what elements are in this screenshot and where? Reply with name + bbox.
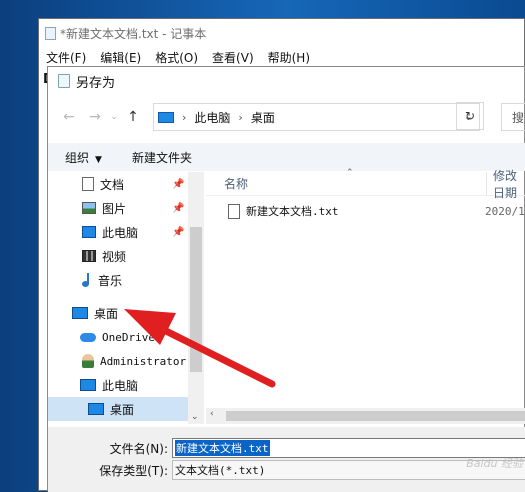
column-name[interactable]: 名称 [224, 175, 248, 192]
pin-icon: 📌 [172, 178, 185, 190]
navigation-pane: 文档 📌 图片 📌 此电脑 📌 视频 音乐 桌面 OneDrive Admini… [48, 172, 203, 424]
nav-label: 桌面 [94, 306, 119, 321]
address-row: ← → ⌄ ↑ › 此电脑 › 桌面 ⌄ ↻ 搜 [48, 102, 525, 132]
desktop-icon [88, 403, 104, 415]
file-modified: 2020/11 [485, 204, 525, 218]
picture-icon [82, 202, 96, 214]
nav-item-administrator[interactable]: Administrator [48, 349, 203, 373]
back-icon[interactable]: ← [56, 104, 82, 130]
organize-button[interactable]: 组织 ▼ [65, 149, 102, 166]
text-file-icon [228, 203, 240, 219]
up-icon[interactable]: ↑ [120, 104, 146, 130]
new-folder-button[interactable]: 新建文件夹 [132, 149, 192, 166]
breadcrumb-separator-icon: › [238, 110, 243, 124]
filetype-row: 保存类型(T): 文本文档(*.txt) [48, 459, 525, 481]
file-list: ⌃ 名称 修改日期 新建文本文档.txt 2020/11 [206, 168, 525, 424]
scroll-down-icon[interactable]: ⌄ [191, 412, 199, 422]
computer-icon [80, 379, 96, 391]
forward-icon[interactable]: → [82, 104, 108, 130]
save-form: 文件名(N): 新建文本文档.txt 保存类型(T): 文本文档(*.txt) [48, 427, 525, 492]
computer-icon [158, 111, 174, 123]
breadcrumb-this-pc[interactable]: 此电脑 [194, 109, 230, 126]
nav-item-this-pc-quick[interactable]: 此电脑 📌 [48, 220, 203, 244]
user-icon [82, 354, 94, 368]
hscroll-thumb[interactable] [226, 411, 525, 421]
notepad-title: *新建文本文档.txt - 记事本 [60, 26, 207, 41]
watermark: Baidu 经验 [466, 457, 523, 470]
nav-item-pictures[interactable]: 图片 📌 [48, 196, 203, 220]
menu-edit[interactable]: 编辑(E) [100, 49, 141, 66]
breadcrumb-separator-icon: › [182, 110, 187, 124]
refresh-icon[interactable]: ↻ [456, 102, 484, 130]
menu-file[interactable]: 文件(F) [46, 49, 86, 66]
dialog-icon [58, 74, 70, 88]
nav-scrollbar[interactable]: ⌄ [188, 172, 204, 424]
menu-format[interactable]: 格式(O) [155, 49, 198, 66]
nav-item-music[interactable]: 音乐 [48, 268, 203, 292]
music-icon [82, 273, 92, 287]
filename-row: 文件名(N): 新建文本文档.txt [48, 437, 525, 459]
menu-view[interactable]: 查看(V) [212, 49, 254, 66]
address-bar[interactable]: › 此电脑 › 桌面 ⌄ [153, 103, 480, 131]
horizontal-scrollbar[interactable]: ‹ [206, 408, 525, 424]
notepad-icon [45, 26, 56, 40]
filename-label: 文件名(N): [109, 441, 168, 456]
menu-help[interactable]: 帮助(H) [268, 49, 310, 66]
dialog-title: 另存为 [76, 75, 116, 91]
video-icon [82, 250, 96, 262]
nav-label: 图片 [102, 201, 127, 216]
file-row[interactable]: 新建文本文档.txt 2020/11 [206, 200, 525, 222]
pin-icon: 📌 [172, 226, 185, 238]
nav-label: OneDrive [102, 330, 155, 344]
nav-label: Administrator [100, 354, 187, 368]
nav-label: 文档 [100, 177, 125, 192]
computer-icon [82, 226, 96, 238]
chevron-down-icon: ▼ [95, 154, 102, 165]
breadcrumb-desktop[interactable]: 桌面 [251, 109, 275, 126]
nav-label: 视频 [102, 249, 127, 264]
filename-value: 新建文本文档.txt [175, 440, 270, 456]
nav-label: 桌面 [110, 402, 135, 417]
nav-scrollbar-thumb[interactable] [190, 227, 202, 372]
onedrive-icon [80, 332, 96, 342]
nav-item-desktop-selected[interactable]: 桌面 [48, 397, 203, 421]
list-header: ⌃ 名称 修改日期 [206, 168, 525, 200]
search-placeholder: 搜 [512, 110, 525, 125]
nav-item-videos[interactable]: 视频 [48, 244, 203, 268]
nav-item-this-pc[interactable]: 此电脑 [48, 373, 203, 397]
nav-item-onedrive[interactable]: OneDrive [48, 325, 203, 349]
search-box[interactable]: 搜 [501, 103, 525, 131]
nav-item-desktop[interactable]: 桌面 [48, 301, 203, 325]
recent-dropdown-icon[interactable]: ⌄ [108, 104, 120, 130]
scroll-left-icon[interactable]: ‹ [210, 409, 214, 419]
document-icon [82, 177, 94, 191]
desktop-icon [72, 307, 88, 319]
column-modified[interactable]: 修改日期 [486, 169, 525, 200]
notepad-menubar: 文件(F) 编辑(E) 格式(O) 查看(V) 帮助(H) [39, 47, 524, 67]
filetype-label: 保存类型(T): [99, 463, 168, 478]
filetype-value: 文本文档(*.txt) [175, 464, 266, 477]
pin-icon: 📌 [172, 202, 185, 214]
nav-label: 此电脑 [102, 378, 139, 393]
nav-item-documents[interactable]: 文档 📌 [48, 172, 203, 196]
file-name: 新建文本文档.txt [246, 205, 339, 218]
save-as-dialog: 另存为 ← → ⌄ ↑ › 此电脑 › 桌面 ⌄ ↻ 搜 组织 ▼ 新建文件夹 文… [47, 66, 525, 492]
nav-label: 此电脑 [102, 225, 139, 240]
organize-label: 组织 [65, 150, 90, 165]
nav-label: 音乐 [98, 273, 123, 288]
command-toolbar: 组织 ▼ 新建文件夹 [48, 143, 525, 171]
dialog-titlebar[interactable]: 另存为 [48, 67, 524, 95]
notepad-titlebar[interactable]: *新建文本文档.txt - 记事本 [39, 19, 524, 47]
sort-ascending-icon: ⌃ [346, 168, 354, 178]
